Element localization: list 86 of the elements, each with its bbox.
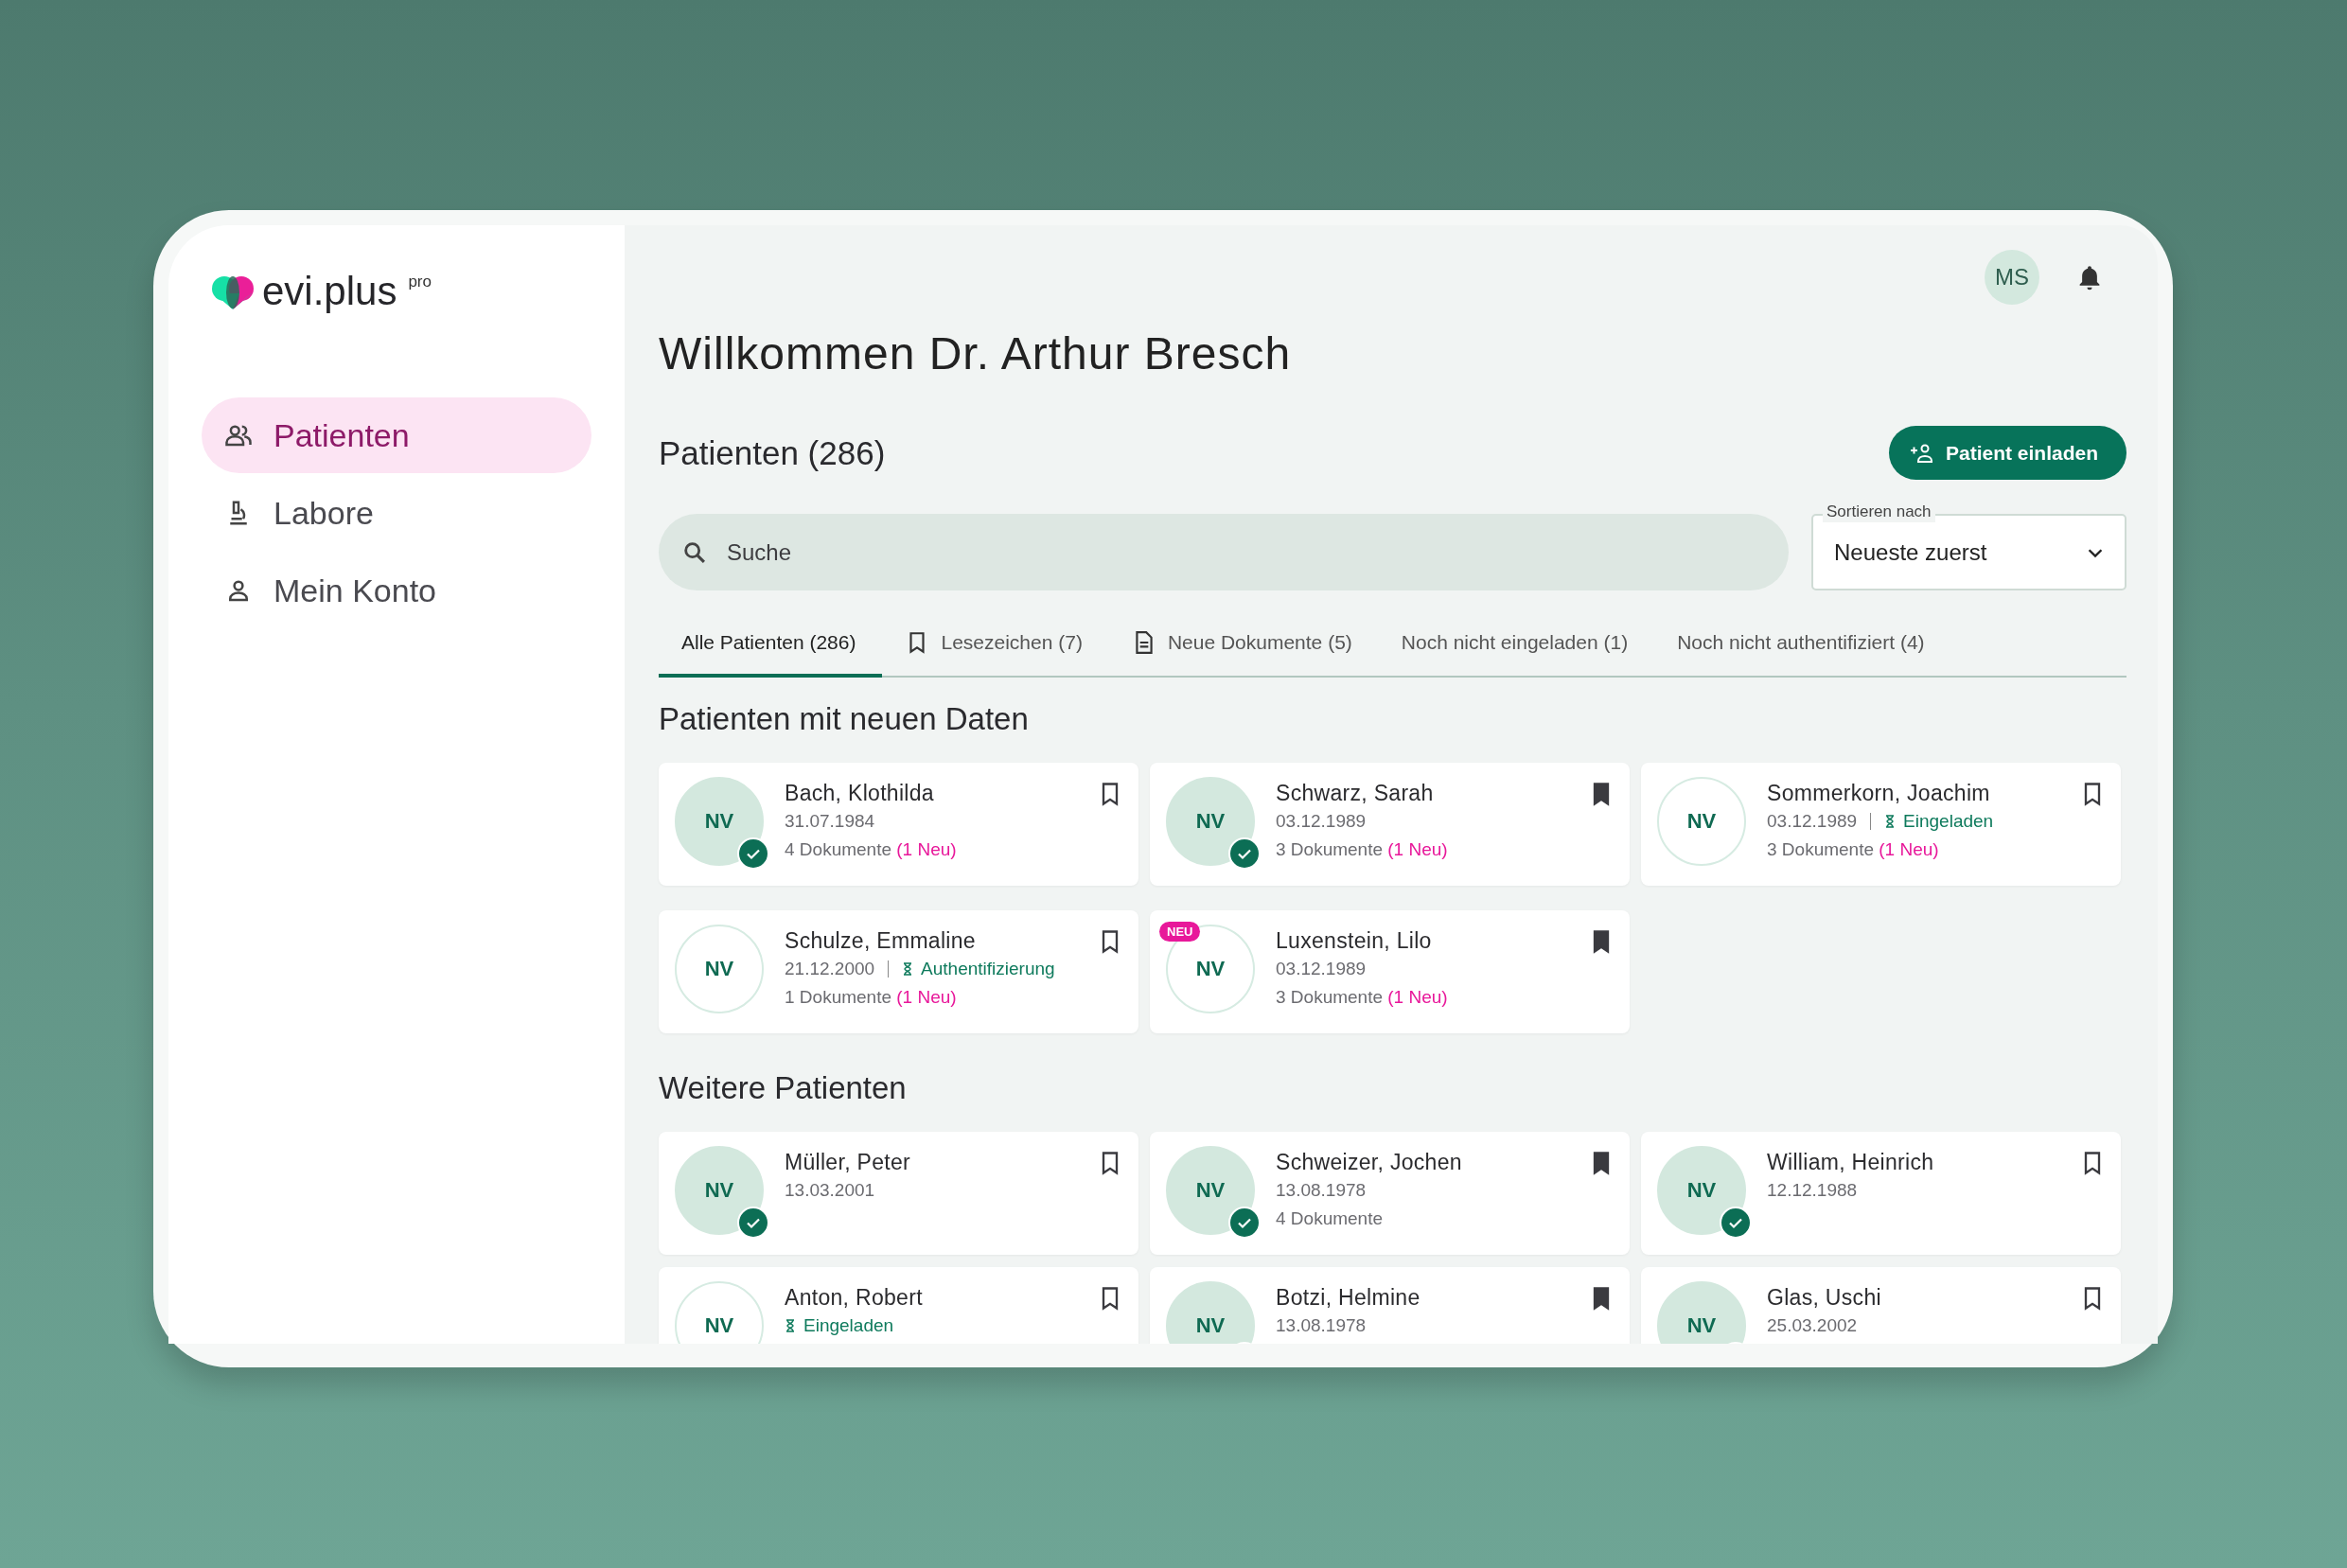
patient-name: Bach, Klothilda	[785, 780, 935, 807]
avatar-initials: NV	[704, 957, 734, 981]
sort-dropdown[interactable]: Sortieren nach Neueste zuerst	[1811, 502, 2126, 590]
patient-name: Botzi, Helmine	[1276, 1284, 1421, 1312]
document-count: 4 Dokumente (1 Neu)	[785, 838, 958, 861]
heart-logo-icon	[211, 274, 255, 310]
avatar-initials: NV	[1195, 957, 1226, 981]
patient-card[interactable]: NV Bach, Klothilda 31.07.1984 4 Dokumente (1 Neu)	[659, 763, 1138, 886]
patient-name: Glas, Uschi	[1767, 1284, 1882, 1312]
avatar-initials: NV	[1686, 809, 1717, 834]
birth-date: 13.08.1978	[1276, 1314, 1367, 1337]
logo-suffix: pro	[408, 273, 432, 291]
avatar-initials: NV	[1686, 1178, 1717, 1203]
patient-name: Sommerkorn, Joachim	[1767, 780, 1991, 807]
section-heading: Patienten mit neuen Daten	[659, 700, 1030, 738]
patient-card[interactable]: NV Glas, Uschi 25.03.2002	[1641, 1267, 2121, 1344]
patient-card[interactable]: NV Schwarz, Sarah 03.12.1989 3 Dokumente (1 Neu)	[1150, 763, 1630, 886]
section-heading: Patienten (286)	[659, 433, 886, 472]
patient-card[interactable]: NV NEU Luxenstein, Lilo 03.12.1989 3 Dokumente (1 Neu)	[1150, 910, 1630, 1033]
patient-name: Luxenstein, Lilo	[1276, 927, 1433, 955]
patient-card[interactable]: NV Schulze, Emmaline 21.12.2000 Authentifizierung 1 Dokumente (1 Neu)	[659, 910, 1138, 1033]
avatar-initials: NV	[704, 1313, 734, 1338]
page-title: Willkommen Dr. Arthur Bresch	[659, 327, 1293, 380]
tab[interactable]: Alle Patienten (286)	[659, 610, 883, 678]
document-count: 4 Dokumente	[1276, 1207, 1384, 1230]
hourglass-icon	[902, 962, 914, 976]
tab[interactable]: Neue Dokumente (5)	[1108, 610, 1379, 678]
avatar-initials: NV	[1686, 1313, 1717, 1338]
document-count: 3 Dokumente (1 Neu)	[1767, 838, 1940, 861]
document-count: 3 Dokumente (1 Neu)	[1276, 838, 1449, 861]
logo-wordmark: evi.plus	[262, 269, 397, 314]
avatar-initials: NV	[704, 1178, 734, 1203]
check-badge-icon	[737, 1207, 769, 1239]
nav-item[interactable]: Mein Konto	[202, 553, 591, 628]
avatar-initials: NV	[1195, 809, 1226, 834]
nav-item[interactable]: Labore	[202, 475, 591, 551]
birth-date: 31.07.1984	[785, 810, 875, 833]
patient-name: Müller, Peter	[785, 1149, 911, 1176]
patient-card[interactable]: NV Anton, Robert Eingeladen	[659, 1267, 1138, 1344]
nav-label: Labore	[274, 494, 374, 532]
patient-name: William, Heinrich	[1767, 1149, 1935, 1176]
document-count: 1 Dokumente (1 Neu)	[785, 986, 958, 1009]
user-avatar[interactable]: MS	[1985, 250, 2039, 305]
birth-date: 13.03.2001	[785, 1179, 875, 1202]
patient-card[interactable]: NV Botzi, Helmine 13.08.1978	[1150, 1267, 1630, 1344]
tab[interactable]: Noch nicht eingeladen (1)	[1378, 610, 1655, 678]
patient-name: Schwarz, Sarah	[1276, 780, 1435, 807]
search-icon	[681, 539, 708, 566]
birth-date: 25.03.2002	[1767, 1314, 1858, 1337]
new-badge: NEU	[1159, 922, 1201, 942]
patient-name: Schweizer, Jochen	[1276, 1149, 1463, 1176]
patient-card[interactable]: NV Müller, Peter 13.03.2001	[659, 1132, 1138, 1255]
check-badge-icon	[1720, 1207, 1752, 1239]
birth-date: 03.12.1989	[1276, 958, 1367, 980]
avatar-initials: NV	[1195, 1313, 1226, 1338]
nav-item[interactable]: Patienten	[202, 397, 591, 473]
birth-date: 13.08.1978	[1276, 1179, 1367, 1202]
avatar-initials: NV	[704, 809, 734, 834]
hourglass-icon	[1884, 815, 1897, 828]
status-text: Authentifizierung	[921, 958, 1055, 980]
document-count: 3 Dokumente (1 Neu)	[1276, 986, 1449, 1009]
birth-date: 12.12.1988	[1767, 1179, 1858, 1202]
birth-date: 03.12.1989	[1276, 810, 1367, 833]
check-badge-icon	[1228, 1207, 1261, 1239]
patient-card[interactable]: NV Sommerkorn, Joachim 03.12.1989 Eingeladen 3 Dokumente (1 Neu)	[1641, 763, 2121, 886]
status-text: Eingeladen	[803, 1314, 894, 1337]
nav-label: Patienten	[274, 416, 410, 454]
invite-patient-button[interactable]: Patient einladen	[1888, 426, 2126, 480]
tab[interactable]: Lesezeichen (7)	[882, 610, 1109, 678]
tab[interactable]: Noch nicht authentifiziert (4)	[1654, 610, 1951, 678]
patient-card[interactable]: NV William, Heinrich 12.12.1988	[1641, 1132, 2121, 1255]
birth-date: 03.12.1989	[1767, 810, 1858, 833]
patient-name: Anton, Robert	[785, 1284, 924, 1312]
avatar-initials: NV	[1195, 1178, 1226, 1203]
patient-name: Schulze, Emmaline	[785, 927, 977, 955]
hourglass-icon	[785, 1319, 796, 1332]
check-badge-icon	[737, 837, 769, 870]
birth-date: 21.12.2000	[785, 958, 875, 980]
patient-card[interactable]: NV Schweizer, Jochen 13.08.1978 4 Dokumente	[1150, 1132, 1630, 1255]
status-text: Eingeladen	[1903, 810, 1994, 833]
search-field[interactable]: Suche	[659, 514, 1789, 590]
check-badge-icon	[1228, 837, 1261, 870]
add-person-icon	[1909, 442, 1934, 464]
sort-value: Neueste zuerst	[1834, 538, 1987, 566]
section-heading: Weitere Patienten	[659, 1069, 908, 1107]
nav-label: Mein Konto	[274, 572, 436, 609]
